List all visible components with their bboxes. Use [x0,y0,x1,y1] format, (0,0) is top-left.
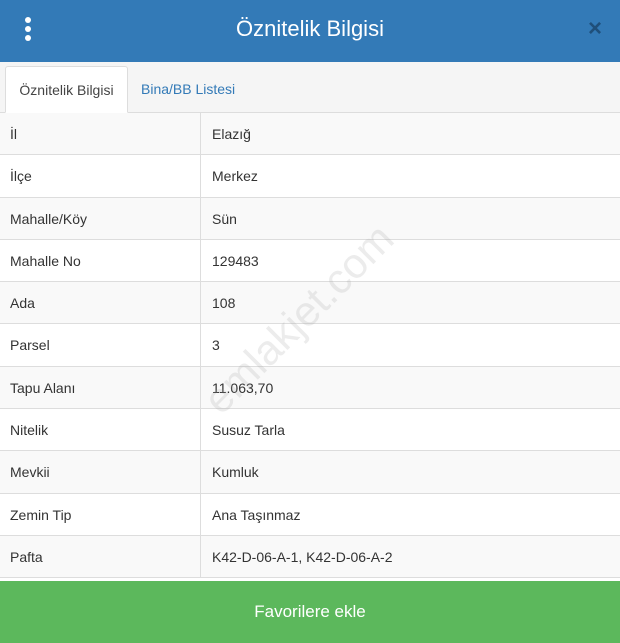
page-title: Öznitelik Bilgisi [236,16,384,41]
attribute-label: Mahalle No [0,239,201,282]
tab-bar: Öznitelik Bilgisi Bina/BB Listesi [0,62,620,113]
attribute-value: 11.063,70 [212,379,274,396]
tab-attribute-info[interactable]: Öznitelik Bilgisi [5,66,128,113]
attribute-label: Pafta [0,535,201,578]
attribute-table: İl Elazığ İlçe Merkez Mahalle/Köy Sün Ma… [0,113,620,579]
attribute-value: Kumluk [212,464,259,481]
table-row: Nitelik Susuz Tarla [0,409,620,452]
table-row: Zemin Tip Ana Taşınmaz [0,493,620,536]
table-row: İlçe Merkez [0,155,620,198]
attribute-label: Mevkii [0,451,201,493]
attribute-label: Tapu Alanı [0,366,201,409]
attribute-value: 108 [212,295,236,312]
attribute-label: Nitelik [0,409,201,451]
table-row: Mahalle/Köy Sün [0,197,620,240]
attribute-value: 3 [212,337,220,354]
attribute-label: Mahalle/Köy [0,197,201,239]
table-row: Mahalle No 129483 [0,239,620,283]
attribute-value: Susuz Tarla [212,422,285,439]
attribute-label: Zemin Tip [0,493,201,535]
header-bar: Öznitelik Bilgisi × [0,0,620,62]
attribute-value: Merkez [212,168,258,185]
attribute-value: K42-D-06-A-1, K42-D-06-A-2 [212,548,393,565]
attribute-label: İlçe [0,155,201,197]
attribute-value: Elazığ [212,126,251,142]
attribute-value: Sün [212,210,237,227]
table-row: İl Elazığ [0,113,620,156]
table-row: Parsel 3 [0,324,620,367]
tab-building-list[interactable]: Bina/BB Listesi [131,66,245,112]
add-to-favorites-button[interactable]: Favorilere ekle [0,581,620,643]
attribute-label: Parsel [0,324,201,366]
attribute-value: 129483 [212,252,259,269]
close-icon[interactable]: × [584,15,606,43]
table-row: Mevkii Kumluk [0,451,620,494]
table-row: Tapu Alanı 11.063,70 [0,366,620,410]
attribute-label: İl [0,113,201,155]
attribute-value: Ana Taşınmaz [212,506,301,523]
table-row: Pafta K42-D-06-A-1, K42-D-06-A-2 [0,535,620,579]
attribute-label: Ada [0,282,201,324]
table-row: Ada 108 [0,282,620,325]
